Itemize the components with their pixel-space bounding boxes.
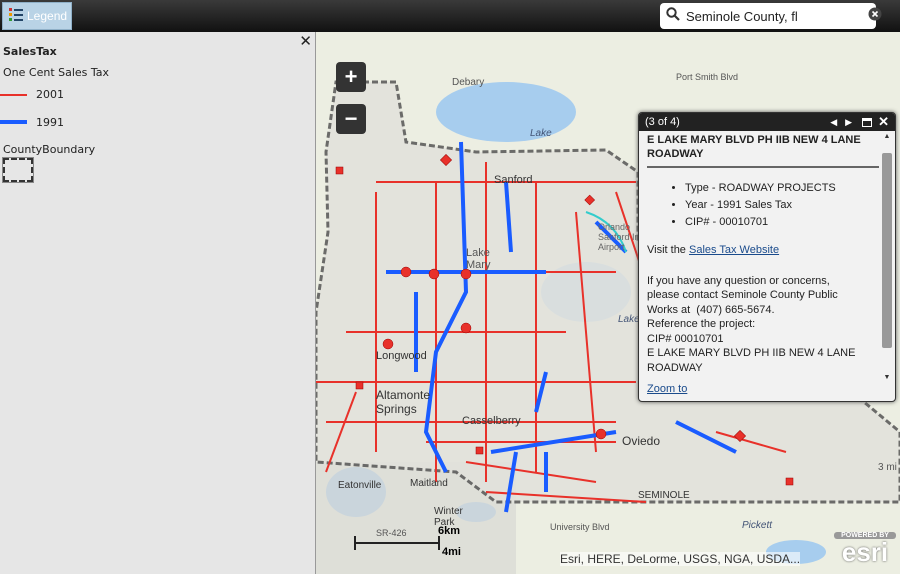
- contact-line: CIP# 00010701: [647, 332, 724, 345]
- top-toolbar: Legend: [0, 0, 900, 32]
- popup-year: Year - 1991 Sales Tax: [685, 197, 879, 214]
- popup-type: Type - ROADWAY PROJECTS: [685, 180, 879, 197]
- lake-monroe: [436, 82, 576, 142]
- legend-swatch-2001: [0, 94, 27, 96]
- map-label-sanford: Sanford: [494, 174, 533, 186]
- map-attribution: Esri, HERE, DeLorme, USGS, NGA, USDA...: [560, 552, 801, 566]
- visit-text: Visit the: [647, 244, 689, 256]
- map-label-seminole: SEMINOLE: [638, 490, 690, 501]
- scale-mi: 4mi: [442, 546, 461, 558]
- popup-cip: CIP# - 00010701: [685, 214, 879, 231]
- legend-label-1991: 1991: [36, 116, 64, 129]
- legend-button-label: Legend: [27, 9, 68, 23]
- map-label-debary: Debary: [452, 77, 485, 88]
- scale-km: 6km: [438, 525, 461, 537]
- map-label-maitland: Maitland: [410, 478, 448, 489]
- scrollbar-thumb[interactable]: [882, 153, 892, 348]
- zoom-out-button[interactable]: −: [336, 104, 366, 134]
- close-popup-icon[interactable]: ✕: [878, 114, 889, 130]
- map-label-pickett: Pickett: [742, 520, 773, 531]
- map-label-altamonte-springs: Altamonte Springs: [376, 388, 431, 416]
- map-label-lake: Lake: [530, 128, 552, 139]
- clear-search-icon[interactable]: [868, 7, 882, 26]
- map-label-casselberry: Casselberry: [462, 415, 521, 427]
- legend-swatch-1991: [0, 120, 27, 124]
- search-box: [660, 3, 882, 29]
- next-feature-icon[interactable]: ▶: [845, 117, 852, 128]
- contact-line: please contact Seminole County Public: [647, 289, 838, 301]
- info-popup: (3 of 4) ◀ ▶ ✕ E LAKE MARY BLVD PH IIB N…: [638, 112, 896, 402]
- previous-feature-icon[interactable]: ◀: [830, 117, 837, 128]
- map-label-3mi: 3 mi: [878, 462, 897, 473]
- scale-bar: 6km 4mi: [354, 525, 461, 558]
- legend-button[interactable]: Legend: [2, 2, 72, 30]
- search-input[interactable]: [686, 8, 862, 24]
- map-label-port-smith-blvd: Port Smith Blvd: [676, 72, 739, 82]
- zoom-in-button[interactable]: +: [336, 62, 366, 92]
- search-icon[interactable]: [666, 6, 680, 26]
- legend-list-icon: [9, 7, 23, 26]
- legend-panel: ✕ SalesTax One Cent Sales Tax 2001 1991 …: [0, 32, 316, 574]
- sales-tax-website-link[interactable]: Sales Tax Website: [689, 244, 779, 256]
- legend-sublayer-title: One Cent Sales Tax: [3, 66, 110, 79]
- contact-line: If you have any question or concerns,: [647, 274, 830, 287]
- esri-logo[interactable]: POWERED BY esri: [834, 532, 896, 568]
- contact-line: Reference the project:: [647, 318, 756, 330]
- legend-label-county-boundary: CountyBoundary: [3, 143, 96, 156]
- map-label-longwood: Longwood: [376, 350, 427, 362]
- contact-line: Works at (407) 665-5674.: [647, 303, 775, 316]
- zoom-to-link[interactable]: Zoom to: [647, 383, 687, 395]
- legend-swatch-county-boundary: [2, 157, 34, 183]
- esri-wordmark: esri: [841, 537, 889, 567]
- map-label-eatonville: Eatonville: [338, 480, 382, 491]
- contact-line: E LAKE MARY BLVD PH IIB NEW 4 LANE ROADW…: [647, 347, 856, 374]
- popup-scrollbar[interactable]: ▲ ▼: [881, 133, 893, 381]
- close-legend-icon[interactable]: ✕: [299, 32, 312, 50]
- popup-counter: (3 of 4): [645, 116, 680, 128]
- maximize-icon[interactable]: [862, 117, 873, 127]
- legend-label-2001: 2001: [36, 88, 64, 101]
- popup-title: E LAKE MARY BLVD PH IIB NEW 4 LANE ROADW…: [647, 133, 879, 168]
- map-label-lake-mary: Lake Mary: [466, 247, 491, 271]
- map-label-university-blvd: University Blvd: [550, 522, 610, 532]
- legend-layer-title: SalesTax: [3, 45, 57, 58]
- map-label-oviedo: Oviedo: [622, 434, 661, 448]
